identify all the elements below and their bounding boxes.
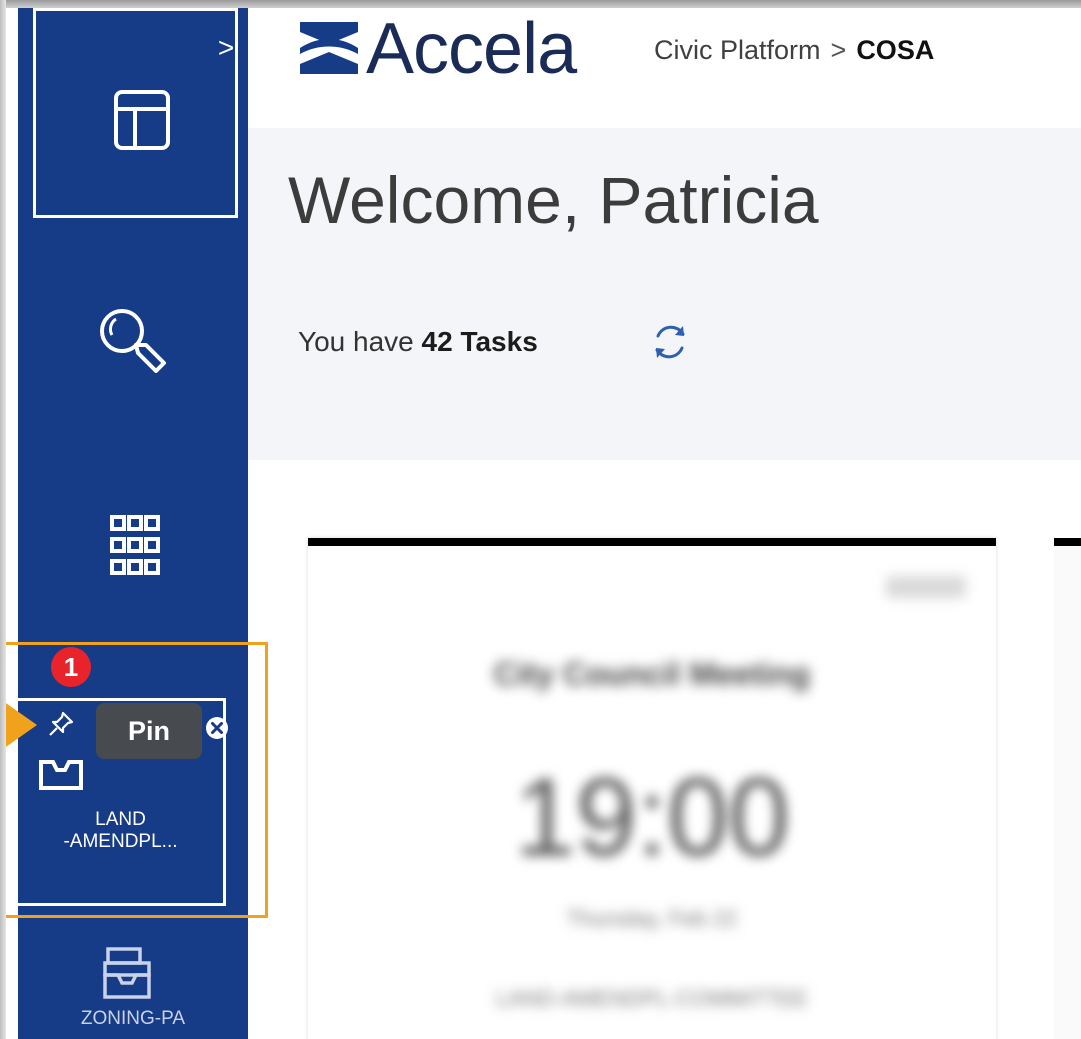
page-title: Welcome, Patricia: [288, 163, 819, 237]
breadcrumb-separator: >: [830, 35, 847, 65]
dashboard-layout-icon: [114, 90, 170, 150]
pin-tooltip: Pin: [96, 703, 202, 759]
card-tag: [886, 576, 966, 598]
inbox-tray-icon: [39, 760, 83, 790]
refresh-icon[interactable]: [650, 322, 690, 362]
card-title: City Council Meeting: [493, 656, 811, 692]
card-code: LAND-AMENDPL-COMMITTEE: [496, 986, 808, 1011]
inbox-tray-icon[interactable]: [102, 945, 152, 1001]
breadcrumb-agency: COSA: [856, 35, 935, 65]
tile-label-line1: LAND: [95, 809, 146, 830]
callout-arrow: [3, 701, 37, 749]
pinned-tile-highlight: 1 LAND -AMENDPL... Pin: [0, 642, 268, 918]
next-card[interactable]: [1054, 538, 1081, 1039]
sidebar-item-land-amendpl-label: LAND -AMENDPL...: [18, 809, 223, 853]
card-date: Thursday, Feb 22: [566, 906, 738, 931]
meeting-card[interactable]: City Council Meeting 19:00 Thursday, Feb…: [308, 538, 996, 1039]
welcome-banner: Welcome, Patricia You have 42 Tasks: [248, 128, 1081, 460]
screenshot-top-edge: [0, 0, 1081, 8]
screenshot-left-edge: [0, 0, 6, 1039]
tasks-summary: You have 42 Tasks: [298, 324, 538, 360]
sidebar-item-zoning-label: ZONING-PA: [80, 1008, 186, 1029]
card-time: 19:00: [514, 756, 790, 879]
dashboard-content: City Council Meeting 19:00 Thursday, Feb…: [248, 460, 1081, 1039]
tile-label-line2: -AMENDPL...: [63, 831, 178, 852]
top-header: Accela Civic Platform > COSA: [248, 0, 1081, 129]
app-window: > ZONING-PA 1 LAND -AMENDPL... Pin Accel…: [0, 0, 1081, 1039]
breadcrumb-platform[interactable]: Civic Platform: [654, 35, 821, 65]
pin-icon[interactable]: [47, 710, 75, 738]
search-icon[interactable]: [96, 305, 168, 373]
accela-logo-icon[interactable]: [298, 18, 360, 78]
close-icon[interactable]: [204, 715, 230, 741]
tasks-prefix: You have: [298, 326, 414, 357]
dashboard-nav-item[interactable]: >: [33, 8, 238, 218]
logo-text[interactable]: Accela: [366, 6, 577, 92]
apps-grid-icon[interactable]: [110, 515, 160, 585]
breadcrumb: Civic Platform > COSA: [654, 30, 934, 70]
step-badge: 1: [51, 647, 91, 687]
expand-sidebar-chevron-icon[interactable]: >: [216, 33, 236, 63]
tasks-count[interactable]: 42 Tasks: [422, 326, 538, 357]
